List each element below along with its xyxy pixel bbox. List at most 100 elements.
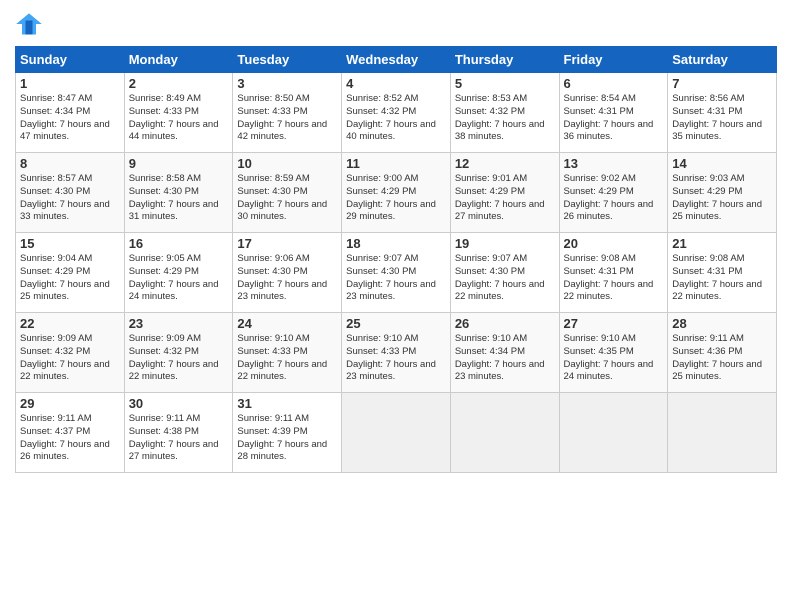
calendar-cell: 13 Sunrise: 9:02 AMSunset: 4:29 PMDayligh… — [559, 153, 668, 233]
calendar-cell — [342, 393, 451, 473]
calendar-cell: 22 Sunrise: 9:09 AMSunset: 4:32 PMDayligh… — [16, 313, 125, 393]
day-header-friday: Friday — [559, 47, 668, 73]
calendar-cell: 23 Sunrise: 9:09 AMSunset: 4:32 PMDayligh… — [124, 313, 233, 393]
day-header-sunday: Sunday — [16, 47, 125, 73]
day-info: Sunrise: 8:50 AMSunset: 4:33 PMDaylight:… — [237, 93, 337, 144]
day-info: Sunrise: 9:08 AMSunset: 4:31 PMDaylight:… — [564, 253, 664, 304]
calendar-cell: 21 Sunrise: 9:08 AMSunset: 4:31 PMDayligh… — [668, 233, 777, 313]
calendar-week-5: 29Sunrise: 9:11 AMSunset: 4:37 PMDayligh… — [16, 393, 777, 473]
day-number: 25 — [346, 316, 446, 331]
calendar-cell — [559, 393, 668, 473]
calendar-table: SundayMondayTuesdayWednesdayThursdayFrid… — [15, 46, 777, 473]
day-info: Sunrise: 9:00 AMSunset: 4:29 PMDaylight:… — [346, 173, 446, 224]
calendar-body: 1 Sunrise: 8:47 AMSunset: 4:34 PMDaylight… — [16, 73, 777, 473]
day-number: 30 — [129, 396, 229, 411]
calendar-week-2: 8Sunrise: 8:57 AMSunset: 4:30 PMDaylight… — [16, 153, 777, 233]
day-number: 11 — [346, 156, 446, 171]
day-number: 17 — [237, 236, 337, 251]
calendar-cell: 3 Sunrise: 8:50 AMSunset: 4:33 PMDaylight… — [233, 73, 342, 153]
calendar-cell: 14 Sunrise: 9:03 AMSunset: 4:29 PMDayligh… — [668, 153, 777, 233]
day-number: 21 — [672, 236, 772, 251]
calendar-cell: 29Sunrise: 9:11 AMSunset: 4:37 PMDayligh… — [16, 393, 125, 473]
day-number: 18 — [346, 236, 446, 251]
calendar-cell: 27Sunrise: 9:10 AMSunset: 4:35 PMDayligh… — [559, 313, 668, 393]
calendar-cell: 1 Sunrise: 8:47 AMSunset: 4:34 PMDaylight… — [16, 73, 125, 153]
day-info: Sunrise: 8:59 AMSunset: 4:30 PMDaylight:… — [237, 173, 337, 224]
day-info: Sunrise: 9:06 AMSunset: 4:30 PMDaylight:… — [237, 253, 337, 304]
day-number: 2 — [129, 76, 229, 91]
calendar-week-3: 15Sunrise: 9:04 AMSunset: 4:29 PMDayligh… — [16, 233, 777, 313]
day-info: Sunrise: 9:02 AMSunset: 4:29 PMDaylight:… — [564, 173, 664, 224]
day-number: 4 — [346, 76, 446, 91]
day-info: Sunrise: 9:11 AMSunset: 4:39 PMDaylight:… — [237, 413, 337, 464]
day-number: 19 — [455, 236, 555, 251]
calendar-cell: 26 Sunrise: 9:10 AMSunset: 4:34 PMDayligh… — [450, 313, 559, 393]
day-info: Sunrise: 8:49 AMSunset: 4:33 PMDaylight:… — [129, 93, 229, 144]
calendar-cell: 7 Sunrise: 8:56 AMSunset: 4:31 PMDaylight… — [668, 73, 777, 153]
day-info: Sunrise: 9:03 AMSunset: 4:29 PMDaylight:… — [672, 173, 772, 224]
day-info: Sunrise: 8:58 AMSunset: 4:30 PMDaylight:… — [129, 173, 229, 224]
day-number: 28 — [672, 316, 772, 331]
day-number: 22 — [20, 316, 120, 331]
day-number: 3 — [237, 76, 337, 91]
day-number: 13 — [564, 156, 664, 171]
day-header-saturday: Saturday — [668, 47, 777, 73]
day-number: 7 — [672, 76, 772, 91]
calendar-cell: 10 Sunrise: 8:59 AMSunset: 4:30 PMDayligh… — [233, 153, 342, 233]
calendar-cell: 6 Sunrise: 8:54 AMSunset: 4:31 PMDaylight… — [559, 73, 668, 153]
day-number: 20 — [564, 236, 664, 251]
calendar-cell: 31Sunrise: 9:11 AMSunset: 4:39 PMDayligh… — [233, 393, 342, 473]
calendar-cell: 8Sunrise: 8:57 AMSunset: 4:30 PMDaylight… — [16, 153, 125, 233]
day-info: Sunrise: 8:52 AMSunset: 4:32 PMDaylight:… — [346, 93, 446, 144]
day-number: 5 — [455, 76, 555, 91]
day-number: 15 — [20, 236, 120, 251]
day-number: 10 — [237, 156, 337, 171]
day-number: 6 — [564, 76, 664, 91]
day-header-thursday: Thursday — [450, 47, 559, 73]
calendar-cell: 16 Sunrise: 9:05 AMSunset: 4:29 PMDayligh… — [124, 233, 233, 313]
day-info: Sunrise: 8:54 AMSunset: 4:31 PMDaylight:… — [564, 93, 664, 144]
day-number: 9 — [129, 156, 229, 171]
day-info: Sunrise: 9:09 AMSunset: 4:32 PMDaylight:… — [20, 333, 120, 384]
calendar-cell: 25Sunrise: 9:10 AMSunset: 4:33 PMDayligh… — [342, 313, 451, 393]
calendar-week-1: 1 Sunrise: 8:47 AMSunset: 4:34 PMDaylight… — [16, 73, 777, 153]
day-info: Sunrise: 9:10 AMSunset: 4:35 PMDaylight:… — [564, 333, 664, 384]
calendar-cell: 9 Sunrise: 8:58 AMSunset: 4:30 PMDaylight… — [124, 153, 233, 233]
day-info: Sunrise: 9:09 AMSunset: 4:32 PMDaylight:… — [129, 333, 229, 384]
logo-icon — [15, 10, 43, 38]
calendar-cell: 15Sunrise: 9:04 AMSunset: 4:29 PMDayligh… — [16, 233, 125, 313]
calendar-cell: 18 Sunrise: 9:07 AMSunset: 4:30 PMDayligh… — [342, 233, 451, 313]
calendar-cell — [668, 393, 777, 473]
header-row: SundayMondayTuesdayWednesdayThursdayFrid… — [16, 47, 777, 73]
day-info: Sunrise: 8:47 AMSunset: 4:34 PMDaylight:… — [20, 93, 120, 144]
calendar-cell: 17 Sunrise: 9:06 AMSunset: 4:30 PMDayligh… — [233, 233, 342, 313]
day-info: Sunrise: 9:05 AMSunset: 4:29 PMDaylight:… — [129, 253, 229, 304]
day-info: Sunrise: 9:07 AMSunset: 4:30 PMDaylight:… — [346, 253, 446, 304]
day-header-monday: Monday — [124, 47, 233, 73]
day-info: Sunrise: 9:11 AMSunset: 4:36 PMDaylight:… — [672, 333, 772, 384]
day-info: Sunrise: 8:53 AMSunset: 4:32 PMDaylight:… — [455, 93, 555, 144]
calendar-cell: 12Sunrise: 9:01 AMSunset: 4:29 PMDayligh… — [450, 153, 559, 233]
day-number: 16 — [129, 236, 229, 251]
logo — [15, 10, 45, 38]
day-info: Sunrise: 9:11 AMSunset: 4:38 PMDaylight:… — [129, 413, 229, 464]
day-number: 14 — [672, 156, 772, 171]
day-info: Sunrise: 9:10 AMSunset: 4:34 PMDaylight:… — [455, 333, 555, 384]
day-number: 26 — [455, 316, 555, 331]
day-info: Sunrise: 9:11 AMSunset: 4:37 PMDaylight:… — [20, 413, 120, 464]
day-number: 24 — [237, 316, 337, 331]
page-header — [15, 10, 777, 38]
page-container: SundayMondayTuesdayWednesdayThursdayFrid… — [0, 0, 792, 483]
calendar-cell: 2 Sunrise: 8:49 AMSunset: 4:33 PMDaylight… — [124, 73, 233, 153]
calendar-cell: 24 Sunrise: 9:10 AMSunset: 4:33 PMDayligh… — [233, 313, 342, 393]
day-number: 1 — [20, 76, 120, 91]
day-info: Sunrise: 8:56 AMSunset: 4:31 PMDaylight:… — [672, 93, 772, 144]
day-info: Sunrise: 9:08 AMSunset: 4:31 PMDaylight:… — [672, 253, 772, 304]
day-number: 23 — [129, 316, 229, 331]
day-info: Sunrise: 9:10 AMSunset: 4:33 PMDaylight:… — [237, 333, 337, 384]
day-header-wednesday: Wednesday — [342, 47, 451, 73]
calendar-cell — [450, 393, 559, 473]
calendar-cell: 19Sunrise: 9:07 AMSunset: 4:30 PMDayligh… — [450, 233, 559, 313]
day-info: Sunrise: 8:57 AMSunset: 4:30 PMDaylight:… — [20, 173, 120, 224]
calendar-cell: 28 Sunrise: 9:11 AMSunset: 4:36 PMDayligh… — [668, 313, 777, 393]
